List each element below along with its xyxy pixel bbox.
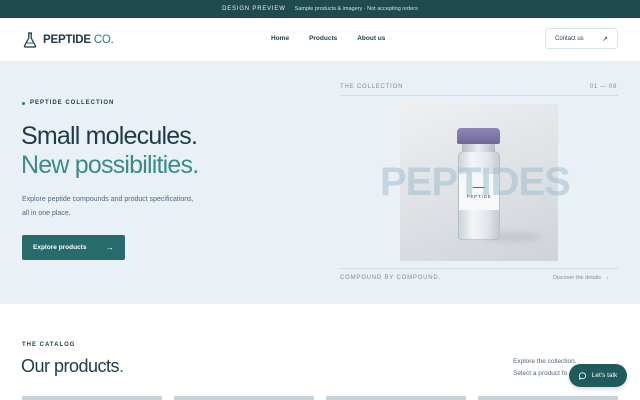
catalog-intro-line2: Select a product fo (513, 370, 568, 377)
hero-title-line2: New possibilities. (21, 151, 199, 179)
hero-eyebrow: PEPTIDE COLLECTION (22, 100, 114, 106)
product-card[interactable] (478, 396, 618, 400)
vial-cap (457, 128, 500, 144)
catalog-title-dot: . (119, 356, 124, 376)
brand-name: PEPTIDE (43, 34, 91, 46)
eyebrow-label: PEPTIDE COLLECTION (30, 100, 115, 106)
cta-label: Explore products (33, 244, 87, 251)
chat-bubble-icon (578, 371, 586, 380)
banner-label: DESIGN PREVIEW (222, 6, 286, 12)
nav-products[interactable]: Products (309, 35, 337, 42)
site-header: PEPTIDE CO. Home Products About us Conta… (0, 18, 640, 62)
peptides-watermark: PEPTIDES (380, 160, 571, 204)
product-card[interactable] (22, 396, 162, 400)
catalog-title: Our products. (21, 356, 124, 377)
nav-about-us[interactable]: About us (357, 35, 385, 42)
hero-title-line1: Small molecules. (21, 122, 198, 150)
catalog-title-text: Our products (21, 356, 120, 376)
preview-banner: DESIGN PREVIEW Sample products & imagery… (0, 0, 640, 18)
chat-button[interactable]: Let's talk (569, 364, 627, 387)
nav-home[interactable]: Home (271, 35, 289, 42)
eyebrow-dot-icon (22, 101, 25, 105)
compound-caption: COMPOUND BY COMPOUND. (340, 275, 442, 281)
catalog-label: THE CATALOG (22, 342, 76, 348)
explore-products-button[interactable]: Explore products → (22, 235, 125, 260)
discover-label: Discover the details (553, 275, 601, 281)
arrow-right-icon: → (106, 243, 114, 252)
brand-suffix: CO. (93, 34, 114, 46)
discover-link[interactable]: Discover the details ↓ (553, 275, 609, 281)
contact-button[interactable]: Contact us ↗ (545, 28, 618, 49)
flask-icon (23, 32, 37, 48)
hero-section: PEPTIDE COLLECTION Small molecules. New … (0, 62, 640, 304)
banner-note: Sample products & imagery · Not acceptin… (294, 6, 418, 12)
divider (340, 95, 618, 96)
chat-label: Let's talk (591, 372, 618, 379)
logo[interactable]: PEPTIDE CO. (23, 32, 114, 48)
divider (340, 268, 618, 269)
collection-label: THE COLLECTION (340, 84, 404, 90)
main-nav: Home Products About us (271, 35, 385, 42)
catalog-intro-line1: Explore the collection. (513, 358, 577, 365)
collection-counter: 01 — 08 (590, 84, 617, 90)
catalog-intro: Explore the collection. Select a product… (513, 356, 577, 380)
hero-description: Explore peptide compounds and product sp… (22, 196, 194, 217)
product-card[interactable] (326, 396, 466, 400)
vial-neck (462, 144, 495, 152)
arrow-up-right-icon: ↗ (602, 35, 608, 43)
arrow-down-icon: ↓ (606, 275, 609, 281)
product-card[interactable] (174, 396, 314, 400)
contact-label: Contact us (555, 35, 584, 42)
